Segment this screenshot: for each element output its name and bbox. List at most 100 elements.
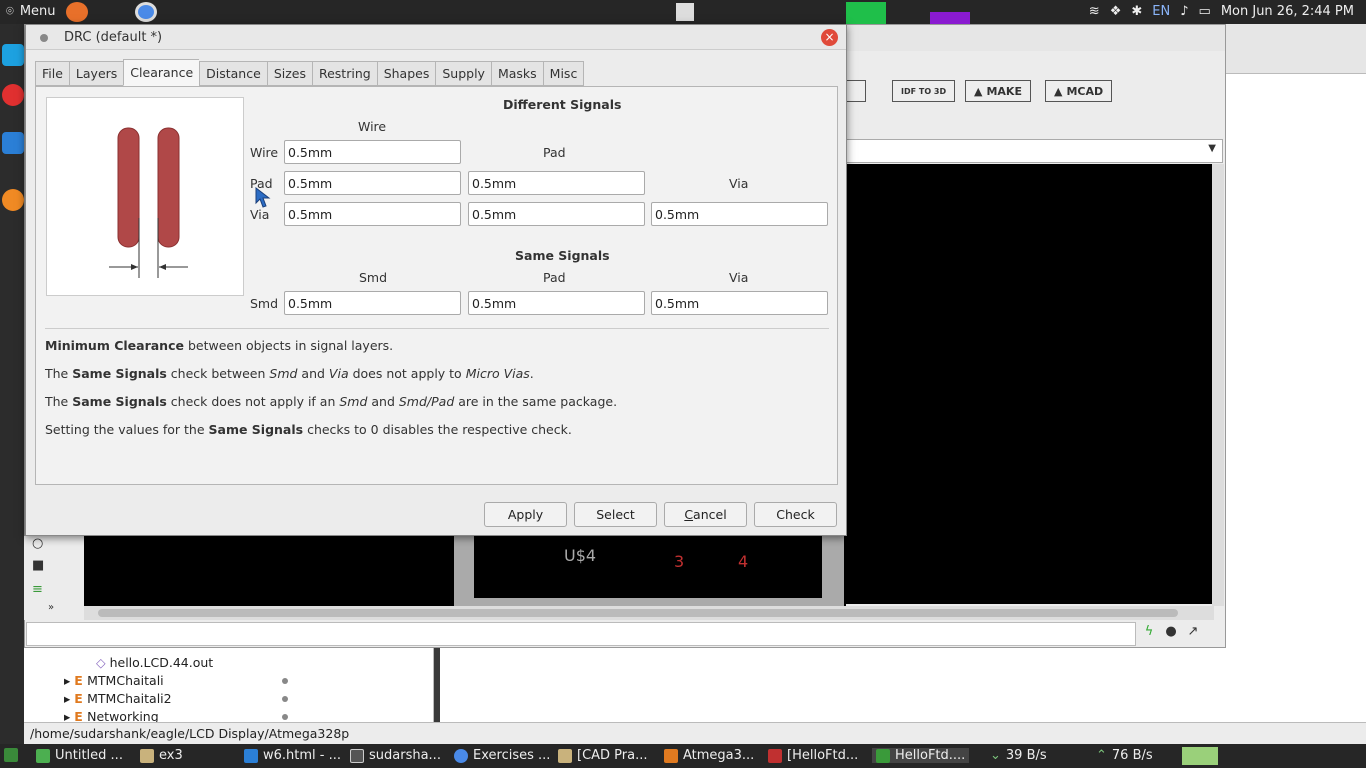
right-window — [1226, 24, 1366, 744]
cancel-button[interactable]: Cancel — [664, 502, 747, 527]
check-button[interactable]: Check — [754, 502, 837, 527]
vertical-scrollbar[interactable] — [1212, 164, 1224, 606]
expand-arrow-icon: ▸ — [64, 691, 75, 706]
tab-restring[interactable]: Restring — [311, 61, 377, 86]
tree-folder-item[interactable]: ▸ E MTMChaitali2 — [64, 691, 172, 706]
route-icon[interactable]: ↗ — [1184, 624, 1202, 644]
rect-tool-icon[interactable]: ■ — [32, 558, 44, 573]
make-button[interactable]: ▲ MAKE — [965, 80, 1031, 102]
pad-wire-field[interactable]: 0.5mm — [284, 171, 461, 195]
note-micro-vias: The Same Signals check between Smd and V… — [45, 366, 534, 381]
circle-tool-icon[interactable]: ○ — [32, 536, 43, 551]
mcad-button[interactable]: ▲ MCAD — [1045, 80, 1113, 102]
blender-icon[interactable] — [2, 189, 24, 211]
battery-icon[interactable]: ▭ — [1199, 4, 1211, 19]
tab-supply[interactable]: Supply — [435, 61, 491, 86]
launcher-app-icon[interactable] — [2, 44, 24, 66]
expand-arrow-icon: ▸ — [64, 673, 75, 688]
workspace-switcher[interactable] — [1182, 747, 1218, 765]
content-pane — [440, 648, 1366, 722]
cpu-graph — [846, 2, 886, 24]
launcher-app-icon[interactable] — [2, 84, 24, 106]
taskbar-item[interactable]: sudarsha... — [350, 748, 441, 763]
taskbar-item[interactable]: Exercises ... — [454, 748, 550, 763]
smd-smd-field[interactable]: 0.5mm — [284, 291, 461, 315]
tab-layers[interactable]: Layers — [68, 61, 124, 86]
taskbar-item[interactable]: [CAD Pra... — [558, 748, 648, 763]
eagle-icon: E — [74, 673, 88, 688]
status-dot — [282, 678, 288, 684]
command-combo[interactable]: ▼ — [846, 139, 1223, 163]
col-smd-label: Smd — [359, 270, 388, 285]
vscode-icon[interactable] — [2, 132, 24, 154]
smd-pad-field[interactable]: 0.5mm — [468, 291, 645, 315]
menu-button[interactable]: ⌾ Menu — [6, 4, 56, 19]
select-button[interactable]: Select — [574, 502, 657, 527]
stop-icon[interactable]: ● — [1162, 624, 1180, 644]
board-icon — [876, 748, 890, 763]
tab-file[interactable]: File — [35, 61, 69, 86]
col-wire-label: Wire — [358, 119, 387, 134]
dialog-title: DRC (default *) — [64, 30, 163, 45]
firefox-icon[interactable] — [66, 2, 88, 22]
lightning-icon[interactable]: ϟ — [1140, 624, 1158, 644]
different-signals-heading: Different Signals — [503, 97, 622, 112]
layers-tool-icon[interactable]: ≡ — [32, 582, 43, 597]
note-disable-check: Setting the values for the Same Signals … — [45, 422, 572, 437]
bluetooth-icon[interactable]: ✱ — [1131, 4, 1142, 19]
folder-icon — [558, 748, 572, 763]
net-speed-down: ⌄ 39 B/s — [990, 748, 1047, 763]
clock[interactable]: Mon Jun 26, 2:44 PM — [1221, 4, 1354, 19]
row-wire-label: Wire — [250, 145, 279, 160]
taskbar-item[interactable]: ex3 — [140, 748, 183, 763]
tab-sizes[interactable]: Sizes — [266, 61, 312, 86]
folder-icon — [140, 748, 154, 763]
keyboard-layout[interactable]: EN — [1152, 4, 1170, 19]
dropbox-icon[interactable]: ❖ — [1110, 4, 1122, 19]
clearance-panel: Different Signals Wire Pad Via Wire Pad … — [35, 86, 838, 485]
taskbar-item[interactable]: Untitled ... — [36, 748, 123, 763]
window-menu-icon[interactable] — [40, 34, 48, 42]
via-pad-field[interactable]: 0.5mm — [468, 202, 645, 226]
taskbar-item[interactable]: [HelloFtd... — [768, 748, 858, 763]
close-icon[interactable]: × — [821, 29, 838, 46]
via-via-field[interactable]: 0.5mm — [651, 202, 828, 226]
apply-button[interactable]: Apply — [484, 502, 567, 527]
taskbar-item[interactable]: Atmega3... — [664, 748, 754, 763]
idf-to-3d-button[interactable]: IDF TO 3D — [892, 80, 956, 102]
wifi-icon[interactable]: ≋ — [1089, 4, 1100, 19]
pin-label: 3 — [674, 552, 685, 571]
tab-distance[interactable]: Distance — [199, 61, 267, 86]
dialog-titlebar: DRC (default *) × — [26, 25, 846, 50]
tab-shapes[interactable]: Shapes — [376, 61, 436, 86]
net-speed-up: ⌃ 76 B/s — [1096, 748, 1153, 763]
tab-clearance[interactable]: Clearance — [123, 59, 200, 86]
show-desktop-button[interactable] — [4, 748, 18, 762]
taskbar-item[interactable]: w6.html - ... — [244, 748, 341, 763]
via-wire-field[interactable]: 0.5mm — [284, 202, 461, 226]
clearance-diagram — [109, 127, 188, 278]
board-area: U$4 3 4 — [474, 536, 822, 598]
scroll-thumb[interactable] — [98, 609, 1178, 617]
board-canvas[interactable] — [846, 164, 1212, 604]
volume-icon[interactable]: ♪ — [1180, 4, 1188, 19]
eagle-icon: E — [74, 691, 88, 706]
status-bar — [26, 622, 1136, 646]
wire-wire-field[interactable]: 0.5mm — [284, 140, 461, 164]
pad-pad-field[interactable]: 0.5mm — [468, 171, 645, 195]
tree-folder-item[interactable]: ▸ E MTMChaitali — [64, 673, 164, 688]
tree-file-item[interactable]: ◇ hello.LCD.44.out — [96, 655, 213, 670]
row-smd-label: Smd — [250, 296, 279, 311]
drc-dialog: DRC (default *) × File Layers Clearance … — [25, 24, 847, 536]
mouse-cursor-icon — [255, 187, 271, 208]
tab-masks[interactable]: Masks — [490, 61, 543, 86]
taskbar-item-active[interactable]: HelloFtd.... — [872, 748, 970, 763]
smd-via-field[interactable]: 0.5mm — [651, 291, 828, 315]
toolbar-button[interactable] — [846, 80, 866, 102]
horizontal-scrollbar[interactable] — [84, 606, 1214, 620]
app-indicator-icon[interactable] — [676, 3, 694, 21]
launcher — [0, 24, 24, 744]
expand-icon[interactable]: » — [48, 602, 54, 613]
tab-misc[interactable]: Misc — [542, 61, 585, 86]
chrome-icon[interactable] — [135, 2, 157, 22]
